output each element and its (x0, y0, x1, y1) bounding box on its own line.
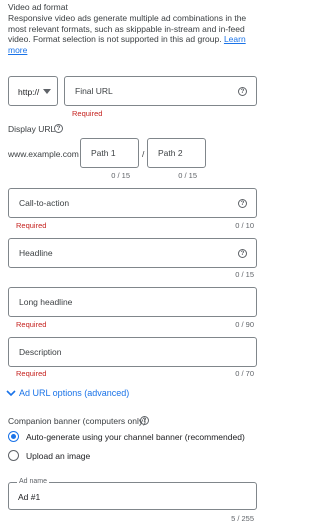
display-url-domain: www.example.com / (8, 149, 84, 159)
protocol-value: http:// (18, 87, 40, 97)
description-counter: 0 / 70 (235, 369, 254, 378)
headline-counter: 0 / 15 (235, 270, 254, 279)
dropdown-arrow-icon (43, 89, 51, 94)
video-ad-format-title: Video ad format (8, 2, 68, 12)
ad-name-field[interactable]: Ad name Ad #1 (8, 478, 257, 510)
help-icon[interactable]: ? (238, 87, 247, 96)
description-error: Required (16, 369, 47, 378)
final-url-error: Required (72, 109, 103, 118)
final-url-field[interactable]: Final URL ? (64, 76, 257, 106)
radio-auto-generate[interactable] (8, 431, 19, 442)
description-placeholder: Description (19, 347, 62, 357)
ad-name-counter: 5 / 255 (231, 514, 254, 523)
path2-placeholder: Path 2 (158, 148, 183, 158)
chevron-down-icon (6, 390, 16, 397)
display-url-help-icon[interactable]: ? (54, 124, 63, 133)
path1-field[interactable]: Path 1 (80, 138, 139, 168)
path1-counter: 0 / 15 (111, 171, 130, 180)
final-url-placeholder: Final URL (75, 86, 113, 96)
call-to-action-placeholder: Call-to-action (19, 198, 70, 208)
path2-field[interactable]: Path 2 (147, 138, 206, 168)
call-to-action-field[interactable]: Call-to-action ? (8, 188, 257, 218)
ad-name-label: Ad name (17, 478, 50, 485)
ad-name-value: Ad #1 (18, 492, 41, 502)
long-headline-error: Required (16, 320, 47, 329)
video-ad-format-description: Responsive video ads generate multiple a… (8, 13, 258, 55)
headline-placeholder: Headline (19, 248, 53, 258)
call-to-action-error: Required (16, 221, 47, 230)
ad-url-options-label: Ad URL options (advanced) (19, 388, 130, 398)
help-icon[interactable]: ? (238, 249, 247, 258)
path-separator: / (142, 149, 145, 159)
description-text: Responsive video ads generate multiple a… (8, 13, 247, 44)
companion-banner-help-icon[interactable]: ? (140, 416, 149, 425)
radio-auto-generate-label: Auto-generate using your channel banner … (26, 432, 245, 442)
help-icon[interactable]: ? (238, 199, 247, 208)
call-to-action-counter: 0 / 10 (235, 221, 254, 230)
long-headline-placeholder: Long headline (19, 297, 73, 307)
headline-field[interactable]: Headline ? (8, 238, 257, 268)
path1-placeholder: Path 1 (91, 148, 116, 158)
description-field[interactable]: Description (8, 337, 257, 367)
long-headline-counter: 0 / 90 (235, 320, 254, 329)
radio-upload-image-label: Upload an image (26, 451, 91, 461)
protocol-select[interactable]: http:// (8, 76, 58, 106)
display-url-label: Display URL (8, 124, 56, 134)
long-headline-field[interactable]: Long headline (8, 287, 257, 317)
companion-banner-label: Companion banner (computers only) (8, 416, 146, 426)
radio-upload-image[interactable] (8, 450, 19, 461)
path2-counter: 0 / 15 (178, 171, 197, 180)
